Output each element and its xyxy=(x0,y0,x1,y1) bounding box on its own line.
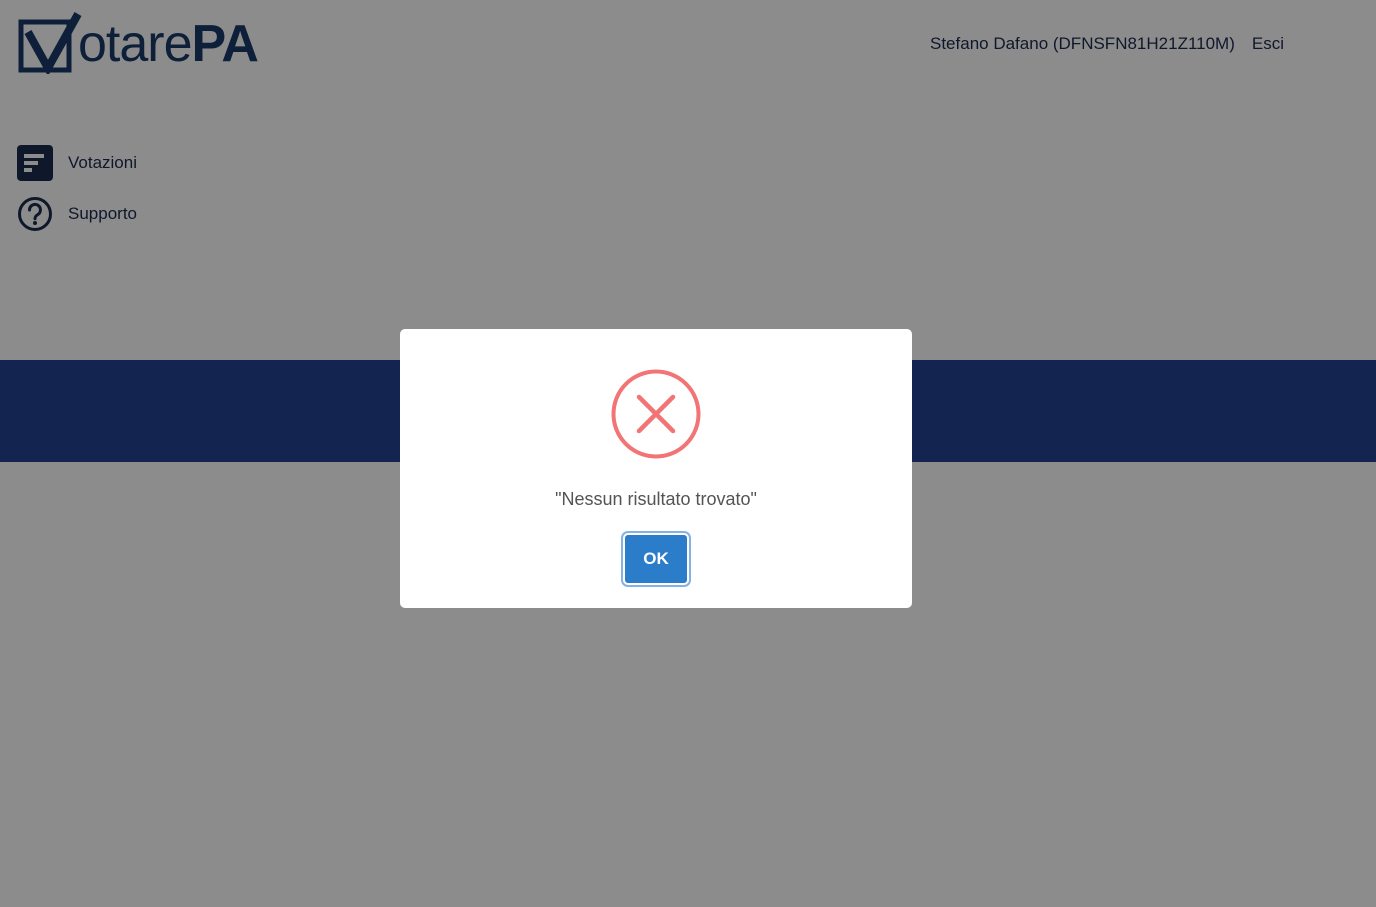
error-x-icon xyxy=(611,369,701,459)
ok-button[interactable]: OK xyxy=(625,535,687,583)
dialog-message: "Nessun risultato trovato" xyxy=(555,489,757,509)
alert-dialog: "Nessun risultato trovato" OK xyxy=(400,329,912,608)
